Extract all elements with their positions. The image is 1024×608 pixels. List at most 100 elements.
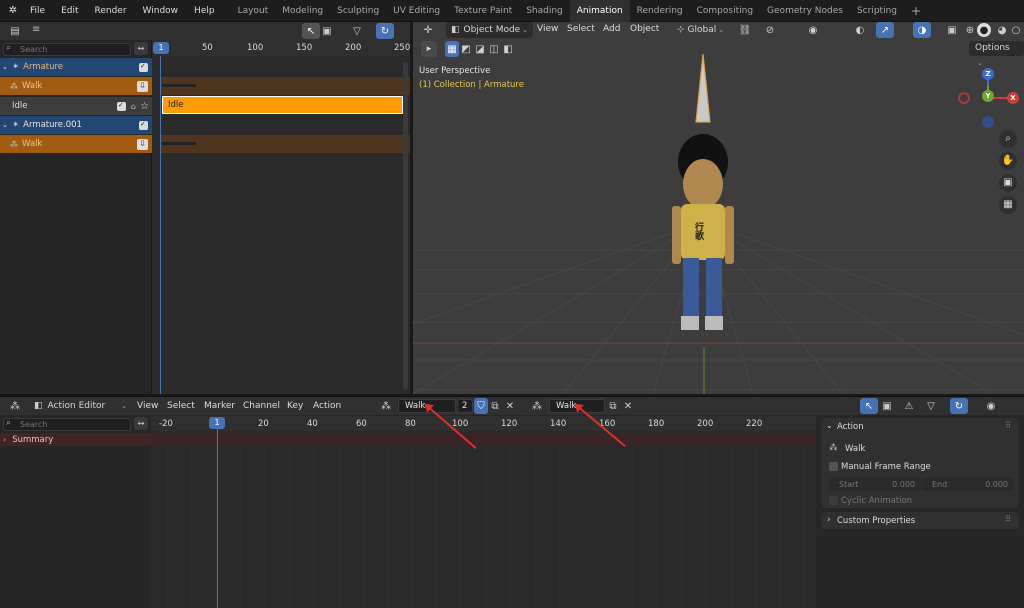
menu-help[interactable]: Help xyxy=(186,0,223,22)
push-down-icon[interactable]: ⇩ xyxy=(137,80,148,92)
show-hidden-icon[interactable]: ▣ xyxy=(878,398,896,414)
checkbox-icon[interactable] xyxy=(117,101,126,111)
duplicate-slot-icon[interactable]: ⧉ xyxy=(606,398,620,414)
select-subtract-icon[interactable]: ◪ xyxy=(473,41,487,57)
menu-key[interactable]: Key xyxy=(287,401,303,411)
hamburger-icon[interactable]: ≡ xyxy=(32,24,40,35)
navigation-gizmo[interactable]: Z Y X xyxy=(953,64,1023,132)
action-user-count[interactable]: 2 xyxy=(457,399,473,413)
solid-shading-icon[interactable]: ● xyxy=(977,23,991,37)
channel-armature[interactable]: ⌄ ✶ Armature xyxy=(0,58,152,76)
character-model[interactable] xyxy=(672,53,734,330)
swap-icon[interactable]: ↔ xyxy=(134,42,148,55)
add-workspace-button[interactable]: + xyxy=(904,0,928,22)
filter-icon[interactable]: ▽ xyxy=(348,23,366,39)
tab-modeling[interactable]: Modeling xyxy=(275,0,330,22)
summary-channel[interactable]: › Summary xyxy=(0,433,151,446)
gizmo-icon[interactable]: ↗ xyxy=(876,22,894,38)
errors-warning-icon[interactable]: ⚠ xyxy=(900,398,918,414)
current-frame-indicator[interactable]: 1 xyxy=(153,42,169,54)
gizmo-neg-z-icon[interactable] xyxy=(982,116,994,128)
zoom-icon[interactable]: ⌕ xyxy=(999,130,1017,148)
slot-browse-icon[interactable]: ⁂ xyxy=(528,398,546,414)
select-new-icon[interactable]: ▦ xyxy=(445,41,459,57)
pan-hand-icon[interactable]: ✋ xyxy=(999,152,1017,170)
mode-select[interactable]: ◧ Object Mode ⌄ xyxy=(446,22,534,38)
channel-walk-action[interactable]: ⁂ Walk ⇩ xyxy=(0,77,152,95)
camera-icon[interactable]: ▣ xyxy=(999,174,1017,192)
star-icon[interactable]: ☆ xyxy=(140,101,149,112)
channel-walk-action-2[interactable]: ⁂ Walk ⇩ xyxy=(0,135,152,153)
chevron-down-icon[interactable]: ⌄ xyxy=(826,421,833,430)
menu-channel[interactable]: Channel xyxy=(243,401,280,411)
gizmo-z-icon[interactable]: Z xyxy=(982,68,994,80)
tab-compositing[interactable]: Compositing xyxy=(690,0,760,22)
swap-icon[interactable]: ↔ xyxy=(134,417,148,430)
chevron-right-icon[interactable]: › xyxy=(3,435,6,444)
menu-edit[interactable]: Edit xyxy=(53,0,86,22)
auto-snap-icon[interactable]: ↻ xyxy=(950,398,968,414)
channel-armature-001[interactable]: ⌄ ✶ Armature.001 xyxy=(0,116,152,134)
menu-action[interactable]: Action xyxy=(313,401,341,411)
perspective-grid-icon[interactable]: ▦ xyxy=(999,196,1017,214)
custom-properties-title[interactable]: Custom Properties xyxy=(837,516,915,526)
editor-type-icon[interactable]: ⁂ xyxy=(6,398,24,414)
tab-texture-paint[interactable]: Texture Paint xyxy=(447,0,519,22)
chevron-right-icon[interactable]: › xyxy=(827,515,830,525)
checkbox-icon[interactable] xyxy=(139,120,148,130)
menu-view[interactable]: View xyxy=(137,401,158,411)
select-invert-icon[interactable]: ◫ xyxy=(487,41,501,57)
menu-view[interactable]: View xyxy=(537,24,558,34)
snap-icon[interactable]: ▣ xyxy=(318,23,336,39)
collapse-icon[interactable]: ⌄ xyxy=(2,63,8,71)
tab-geometry-nodes[interactable]: Geometry Nodes xyxy=(760,0,850,22)
menu-add[interactable]: Add xyxy=(603,24,620,34)
menu-object[interactable]: Object xyxy=(630,24,659,34)
select-intersect-icon[interactable]: ◧ xyxy=(501,41,515,57)
tab-sculpting[interactable]: Sculpting xyxy=(330,0,386,22)
action-search-input[interactable]: Search xyxy=(3,418,131,431)
overlay-icon[interactable]: ◑ xyxy=(913,22,931,38)
tab-shading[interactable]: Shading xyxy=(519,0,570,22)
only-selected-icon[interactable]: ↖ xyxy=(860,398,878,414)
action-ruler[interactable]: -20 1 20 40 60 80 100 120 140 160 180 20… xyxy=(151,416,816,431)
custom-properties-panel[interactable]: › Custom Properties ⠿ xyxy=(821,512,1019,529)
channel-idle-track[interactable]: Idle ⌂ ☆ xyxy=(0,97,152,115)
editor-type-icon[interactable]: ✛ xyxy=(419,22,437,38)
menu-select[interactable]: Select xyxy=(167,401,195,411)
area-divider[interactable] xyxy=(410,22,413,394)
orientation-select[interactable]: ⊹ Global ⌄ xyxy=(677,22,724,38)
overlay-icon[interactable]: ↻ xyxy=(376,23,394,39)
blender-logo-icon[interactable]: ✲ xyxy=(4,3,22,19)
select-mode-buttons[interactable]: ▦ ◩ ◪ ◫ ◧ xyxy=(445,41,515,57)
gizmo-y-icon[interactable]: Y xyxy=(982,90,994,102)
panel-drag-icon[interactable]: ⠿ xyxy=(1005,515,1011,525)
gizmo-neg-x-icon[interactable] xyxy=(958,92,970,104)
proportional-icon[interactable]: ◉ xyxy=(804,22,822,38)
pivot-icon[interactable]: ⛓ xyxy=(736,22,754,38)
unlink-slot-icon[interactable]: ✕ xyxy=(621,398,635,414)
push-down-icon[interactable]: ⇩ xyxy=(137,138,148,150)
tab-animation[interactable]: Animation xyxy=(569,0,630,22)
new-action-icon[interactable]: ⧉ xyxy=(488,398,502,414)
nla-strip-idle[interactable]: Idle xyxy=(162,96,403,114)
tab-uv-editing[interactable]: UV Editing xyxy=(386,0,447,22)
tab-layout[interactable]: Layout xyxy=(231,0,276,22)
rendered-shading-icon[interactable]: ○ xyxy=(1007,22,1024,38)
action-timeline-area[interactable]: -20 1 20 40 60 80 100 120 140 160 180 20… xyxy=(151,416,816,608)
visibility-icon[interactable]: ◐ xyxy=(851,22,869,38)
3d-viewport[interactable]: 行歌 ✛ ◧ Object Mode ⌄ View Select Add Obj… xyxy=(413,22,1024,394)
checkbox-icon[interactable] xyxy=(139,62,148,72)
manual-frame-range-checkbox[interactable] xyxy=(829,462,838,471)
xray-icon[interactable]: ▣ xyxy=(943,22,961,38)
menu-render[interactable]: Render xyxy=(87,0,135,22)
gizmo-x-icon[interactable]: X xyxy=(1007,92,1019,104)
action-panel-title[interactable]: Action xyxy=(837,422,864,432)
menu-window[interactable]: Window xyxy=(135,0,187,22)
tab-rendering[interactable]: Rendering xyxy=(630,0,690,22)
tool-selector[interactable]: ▸ xyxy=(421,41,437,57)
options-button[interactable]: Options ⌄ xyxy=(969,41,1024,67)
tab-scripting[interactable]: Scripting xyxy=(850,0,904,22)
select-extend-icon[interactable]: ◩ xyxy=(459,41,473,57)
menu-select[interactable]: Select xyxy=(567,24,595,34)
